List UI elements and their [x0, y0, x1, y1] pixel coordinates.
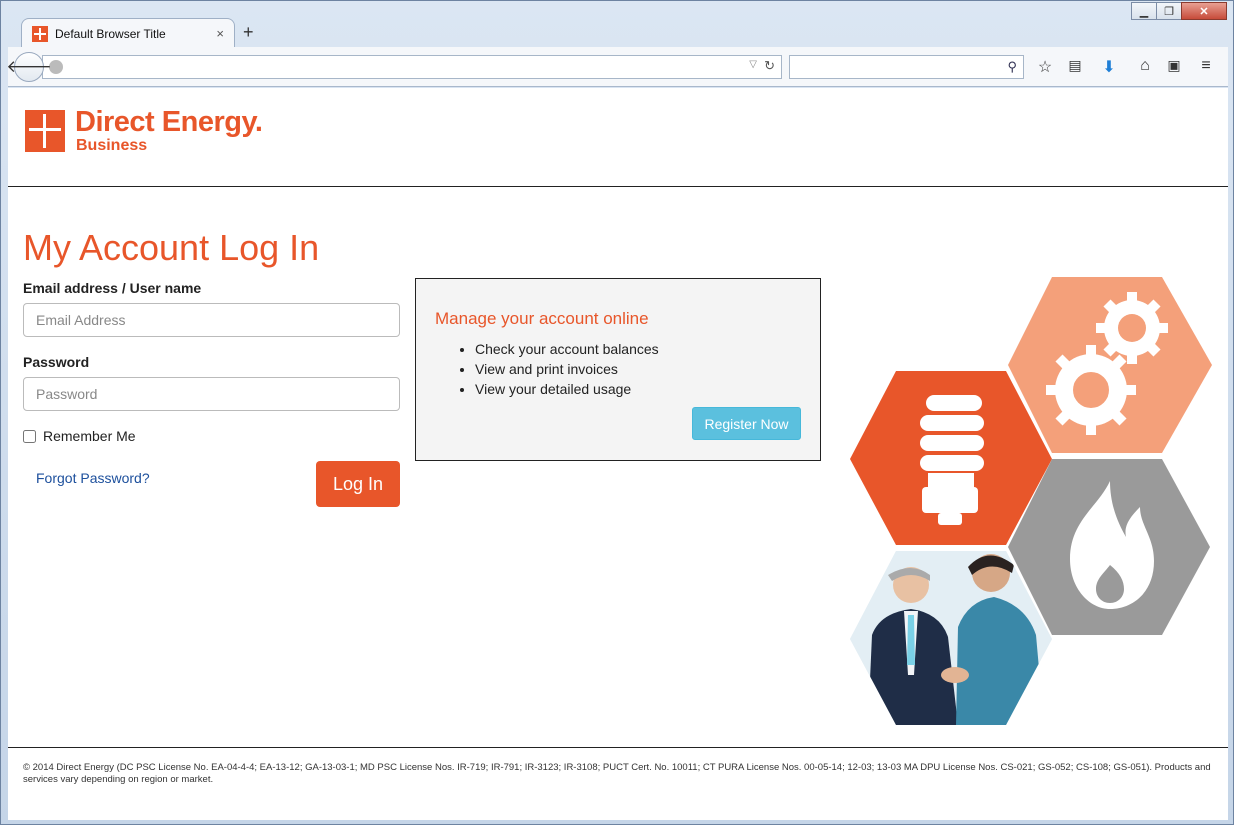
info-box: Manage your account online Check your ac… [415, 278, 821, 461]
back-arrow-icon: 🡐 [6, 57, 52, 76]
header-divider [8, 186, 1228, 187]
home-icon[interactable]: ⌂ [1135, 57, 1155, 75]
new-tab-button[interactable]: + [243, 22, 254, 43]
list-item: Check your account balances [475, 339, 659, 359]
hex-graphic [850, 277, 1212, 725]
reading-list-icon[interactable]: ▤ [1065, 57, 1085, 74]
close-window-button[interactable]: ✕ [1181, 2, 1227, 20]
list-item: View and print invoices [475, 359, 659, 379]
info-title: Manage your account online [435, 309, 649, 328]
download-icon[interactable]: ⬇ [1099, 57, 1119, 77]
menu-icon[interactable]: ≡ [1196, 57, 1216, 75]
nav-toolbar: ▽ ↻ 🡐 ⚲ ☆ ▤ ⬇ ⌂ ▣ ≡ [6, 47, 1228, 87]
email-label: Email address / User name [23, 280, 202, 296]
footer-divider [8, 747, 1228, 748]
password-field[interactable] [23, 377, 400, 411]
email-field[interactable] [23, 303, 400, 337]
window-controls: ▁ ❐ ✕ [1131, 2, 1227, 20]
logo-main-text: Direct Energy. [75, 106, 263, 138]
back-button[interactable]: 🡐 [6, 52, 52, 82]
pocket-icon[interactable]: ▣ [1164, 57, 1184, 74]
minimize-button[interactable]: ▁ [1131, 2, 1157, 20]
logo-mark-icon [25, 110, 65, 152]
maximize-button[interactable]: ❐ [1156, 2, 1182, 20]
url-bar[interactable]: ▽ ↻ [42, 55, 782, 79]
info-list: Check your account balances View and pri… [475, 339, 659, 399]
search-bar[interactable]: ⚲ [789, 55, 1024, 79]
favicon-icon [32, 25, 48, 42]
tab-title: Default Browser Title [55, 26, 166, 41]
password-label: Password [23, 354, 90, 370]
browser-tab[interactable]: Default Browser Title × [21, 18, 235, 48]
list-item: View your detailed usage [475, 379, 659, 399]
web-page: Direct Energy. Business My Account Log I… [8, 88, 1228, 820]
remember-me-checkbox[interactable] [23, 429, 36, 443]
tab-close-icon[interactable]: × [216, 26, 224, 41]
register-now-button[interactable]: Register Now [692, 407, 801, 440]
page-title: My Account Log In [23, 227, 320, 268]
remember-me-label: Remember Me [43, 428, 136, 444]
remember-me[interactable]: Remember Me [23, 428, 136, 444]
url-dropdown-icon[interactable]: ▽ [749, 59, 757, 70]
search-icon[interactable]: ⚲ [1007, 59, 1017, 75]
browser-window: ▁ ❐ ✕ Default Browser Title × + ▽ ↻ 🡐 ⚲ … [0, 0, 1234, 825]
logo-sub-text: Business [76, 137, 148, 154]
bookmark-star-icon[interactable]: ☆ [1035, 57, 1055, 77]
login-button[interactable]: Log In [316, 461, 400, 507]
reload-icon[interactable]: ↻ [764, 58, 775, 74]
footer-legal-text: © 2014 Direct Energy (DC PSC License No.… [23, 762, 1211, 785]
forgot-password-link[interactable]: Forgot Password? [36, 470, 150, 486]
